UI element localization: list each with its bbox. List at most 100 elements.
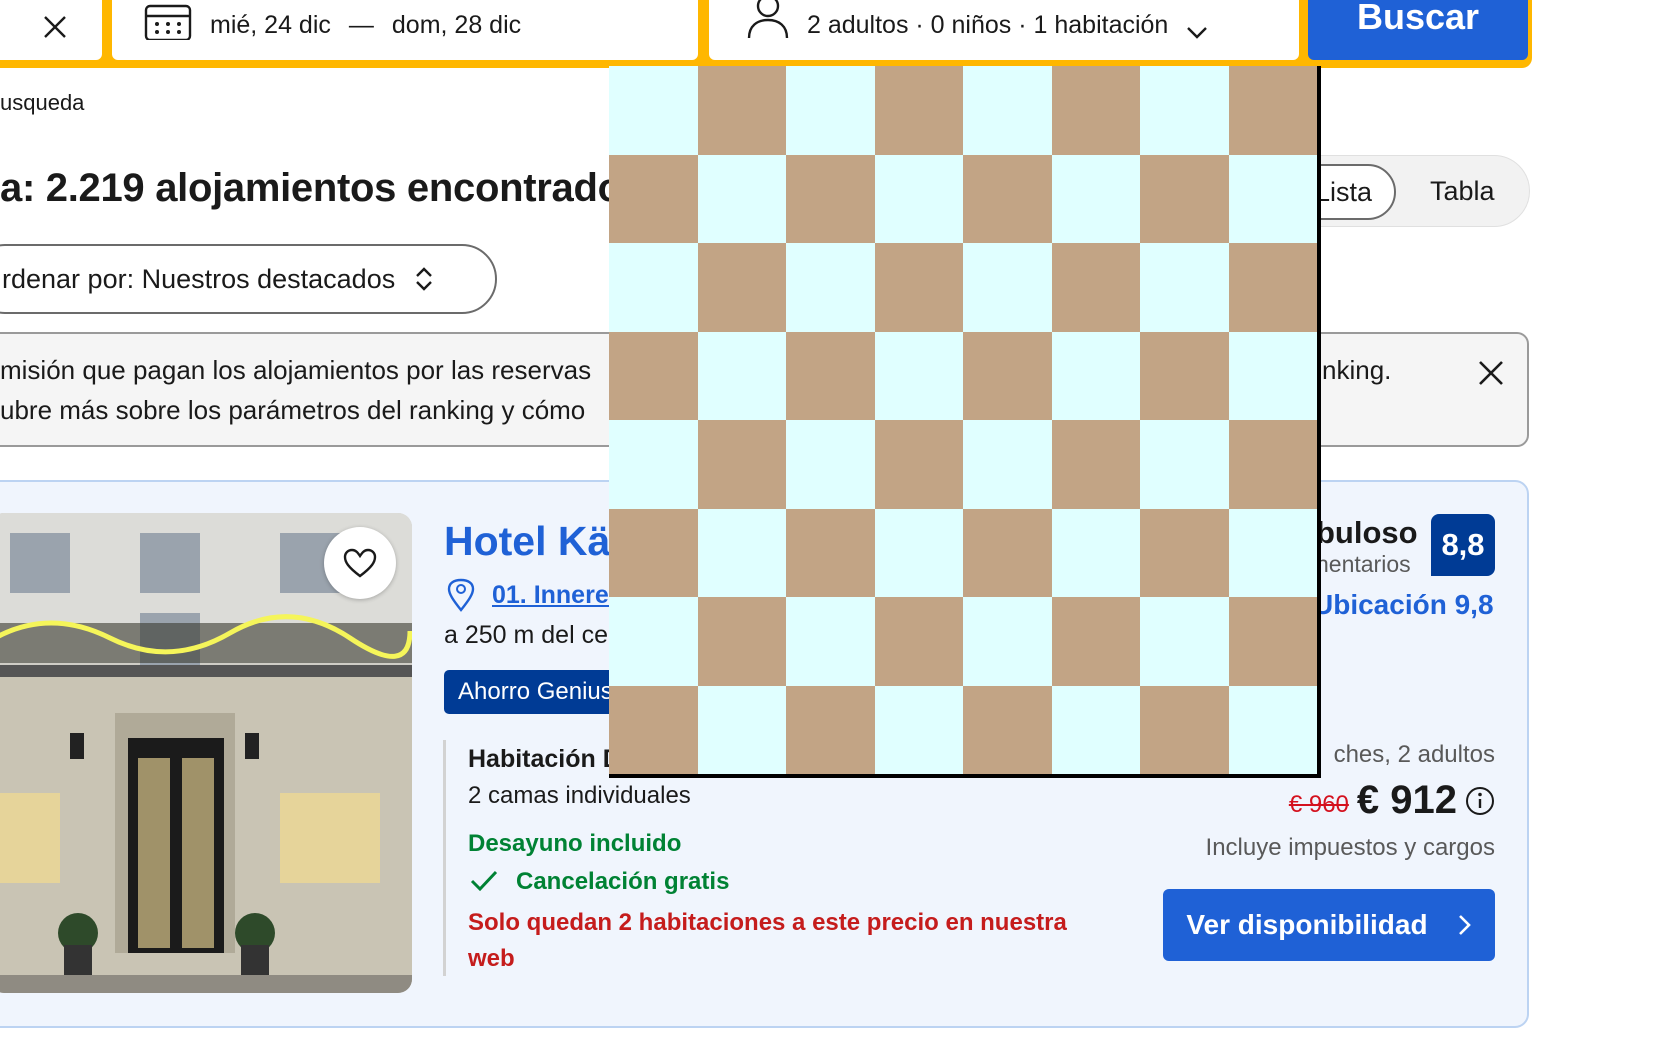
- save-favorite-button[interactable]: [324, 527, 396, 599]
- board-square: [786, 243, 875, 332]
- view-list-label: Lista: [1314, 176, 1372, 207]
- room-beds: 2 camas individuales: [468, 782, 691, 809]
- board-square: [609, 331, 698, 420]
- close-icon[interactable]: [42, 14, 68, 40]
- person-icon: [747, 0, 789, 39]
- board-square: [786, 66, 875, 155]
- calendar-icon: [144, 4, 192, 40]
- checkerboard-overlay: [609, 66, 1321, 778]
- board-square: [1051, 508, 1140, 597]
- ranking-info-text-tail: nking.: [1322, 355, 1392, 385]
- board-square: [697, 331, 786, 420]
- board-square: [697, 154, 786, 243]
- location-pin-icon: [447, 578, 475, 612]
- board-square: [609, 508, 698, 597]
- sort-label: rdenar por: Nuestros destacados: [2, 263, 396, 294]
- ranking-info-link[interactable]: ubre más sobre los parámetros del rankin…: [0, 395, 585, 426]
- board-square: [1140, 508, 1229, 597]
- board-square: [697, 597, 786, 686]
- location-score: Ubicación 9,8: [1313, 589, 1494, 620]
- ranking-info-text: misión que pagan los alojamientos por la…: [0, 355, 592, 385]
- board-square: [609, 243, 698, 332]
- guests-picker[interactable]: 2 adultos · 0 niños · 1 habitación: [709, 0, 1299, 60]
- board-square: [963, 508, 1052, 597]
- close-icon[interactable]: [1476, 358, 1506, 388]
- info-icon[interactable]: [1465, 786, 1495, 816]
- search-button[interactable]: Buscar: [1308, 0, 1528, 60]
- board-square: [874, 420, 963, 509]
- board-square: [697, 66, 786, 155]
- board-square: [697, 420, 786, 509]
- board-square: [963, 66, 1052, 155]
- board-square: [1140, 243, 1229, 332]
- board-square: [874, 331, 963, 420]
- scarcity-message: Solo quedan 2 habitaciones a este precio…: [468, 909, 1067, 972]
- guests-summary: 2 adultos · 0 niños · 1 habitación: [807, 11, 1169, 39]
- board-square: [1051, 331, 1140, 420]
- board-square: [963, 154, 1052, 243]
- checkout-date: dom, 28 dic: [391, 11, 522, 39]
- board-square: [963, 685, 1052, 774]
- board-square: [963, 243, 1052, 332]
- current-price: € 912: [1356, 778, 1457, 822]
- board-square: [1228, 597, 1317, 686]
- board-square: [963, 420, 1052, 509]
- board-square: [874, 66, 963, 155]
- check-icon: [470, 870, 498, 892]
- sort-button[interactable]: rdenar por: Nuestros destacados: [0, 244, 497, 314]
- room-divider: [443, 740, 446, 976]
- board-square: [697, 508, 786, 597]
- board-square: [1228, 243, 1317, 332]
- board-square: [786, 685, 875, 774]
- board-square: [1228, 420, 1317, 509]
- board-square: [697, 243, 786, 332]
- board-square: [1051, 243, 1140, 332]
- date-picker[interactable]: mié, 24 dic — dom, 28 dic: [112, 0, 698, 60]
- board-square: [786, 154, 875, 243]
- board-square: [1051, 685, 1140, 774]
- price-row: € 960 € 912: [1289, 778, 1495, 823]
- dates-separator: —: [348, 11, 374, 39]
- board-square: [1228, 66, 1317, 155]
- board-square: [1051, 597, 1140, 686]
- board-square: [609, 154, 698, 243]
- sort-icon: [416, 267, 433, 291]
- board-square: [786, 508, 875, 597]
- chevron-right-icon: [1458, 915, 1471, 935]
- board-square: [609, 597, 698, 686]
- chevron-down-icon: [1187, 27, 1208, 39]
- breakfast-label: Desayuno incluido: [468, 830, 682, 857]
- breadcrumb[interactable]: usqueda: [0, 90, 84, 116]
- board-square: [874, 243, 963, 332]
- review-score-badge[interactable]: 8,8: [1431, 514, 1495, 576]
- see-availability-button[interactable]: Ver disponibilidad: [1163, 889, 1495, 961]
- heart-icon: [343, 548, 377, 578]
- search-destination-clear[interactable]: [0, 0, 102, 60]
- board-square: [874, 685, 963, 774]
- board-square: [1228, 154, 1317, 243]
- checkin-date: mié, 24 dic: [210, 11, 331, 39]
- board-square: [609, 420, 698, 509]
- board-square: [963, 597, 1052, 686]
- board-square: [1228, 685, 1317, 774]
- board-square: [1051, 66, 1140, 155]
- board-square: [874, 154, 963, 243]
- board-square: [1228, 331, 1317, 420]
- board-square: [609, 66, 698, 155]
- board-square: [786, 597, 875, 686]
- board-square: [786, 420, 875, 509]
- board-square: [963, 331, 1052, 420]
- board-square: [1140, 66, 1229, 155]
- board-square: [609, 685, 698, 774]
- board-square: [1140, 420, 1229, 509]
- see-availability-label: Ver disponibilidad: [1186, 909, 1428, 940]
- board-square: [786, 331, 875, 420]
- page-title: a: 2.219 alojamientos encontrados: [0, 166, 644, 210]
- board-square: [1051, 420, 1140, 509]
- board-square: [1140, 597, 1229, 686]
- board-square: [1228, 508, 1317, 597]
- view-table-button[interactable]: Tabla: [1430, 176, 1495, 207]
- board-square: [1051, 154, 1140, 243]
- board-square: [697, 685, 786, 774]
- review-count: nentarios: [1316, 551, 1411, 577]
